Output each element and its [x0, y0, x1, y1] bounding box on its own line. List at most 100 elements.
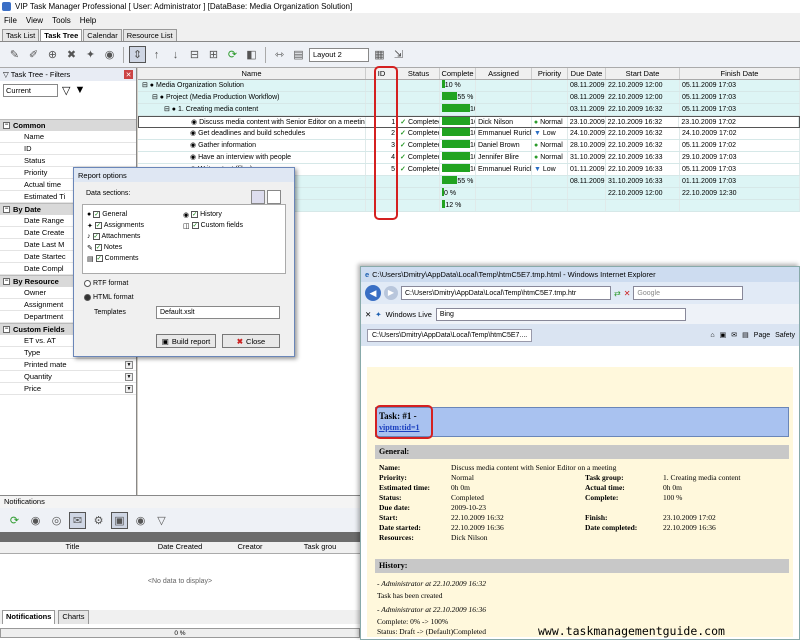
new-task-icon[interactable]: ✎ — [6, 46, 23, 63]
col-title[interactable]: Title — [0, 542, 145, 553]
report-icon[interactable]: ◧ — [243, 46, 260, 63]
template-select[interactable]: Default.xslt — [156, 306, 280, 319]
add-subtask-icon[interactable]: ⊕ — [44, 46, 61, 63]
grid-view-icon[interactable] — [251, 190, 265, 204]
filter-property[interactable]: Name — [0, 131, 136, 143]
home-icon[interactable]: ⌂ — [710, 332, 714, 339]
filter-property[interactable]: Printed mate ▼ — [0, 359, 136, 371]
col-start[interactable]: Start Date — [606, 68, 680, 79]
menu-file[interactable]: File — [4, 16, 17, 25]
refresh-icon[interactable]: ⟳ — [224, 46, 241, 63]
col-creator[interactable]: Creator — [215, 542, 285, 553]
col-date-created[interactable]: Date Created — [145, 542, 215, 553]
filter-property[interactable]: ID — [0, 143, 136, 155]
grid-row[interactable]: ◉ Have an interview with people 4 ✓ Comple… — [138, 152, 800, 164]
col-assigned[interactable]: Assigned — [476, 68, 532, 79]
grid-row[interactable]: ◉ Discuss media content with Senior Edit… — [138, 116, 800, 128]
grid-row[interactable]: ◉ Get deadlines and build schedules 2 ✓ Co… — [138, 128, 800, 140]
grid-row[interactable]: ⊟ ● Media Organization Solution 10 % 08.11… — [138, 80, 800, 92]
mail-icon[interactable]: ✉ — [731, 331, 737, 339]
settings-icon[interactable]: ⚙ — [90, 512, 107, 529]
url-field[interactable]: C:\Users\Dmitry\AppData\Local\Temp\htmC5… — [401, 286, 611, 300]
move-updown-icon[interactable]: ⇕ — [129, 46, 146, 63]
refresh-icon[interactable]: ⟳ — [6, 512, 23, 529]
collapse-icon[interactable]: − — [3, 278, 10, 285]
hide-icon[interactable]: ◎ — [48, 512, 65, 529]
check-custom-fields[interactable]: ◫ ✓ Custom fields — [183, 220, 243, 231]
rtf-radio[interactable]: RTF format — [84, 278, 128, 289]
apply-filter-icon[interactable]: ▽ — [62, 84, 70, 97]
clear-filter-icon[interactable]: ▼ — [74, 84, 85, 96]
filter-icon[interactable]: ▽ — [153, 512, 170, 529]
stop-icon[interactable]: ✕ — [624, 289, 631, 298]
menu-view[interactable]: View — [26, 16, 43, 25]
check-notes[interactable]: ✎ ✓ Notes — [87, 242, 144, 253]
check-history[interactable]: ◉ ✓ History — [183, 209, 243, 220]
html-radio[interactable]: HTML format — [84, 292, 134, 303]
check-assignments[interactable]: ✦ ✓ Assignments — [87, 220, 144, 231]
page-icon[interactable]: ▤ — [290, 46, 307, 63]
col-status[interactable]: Status — [398, 68, 440, 79]
collapse-icon[interactable]: ⊟ — [186, 46, 203, 63]
bing-search-field[interactable]: Bing — [435, 307, 686, 321]
chevron-down-icon[interactable]: ▼ — [125, 385, 133, 393]
chevron-down-icon[interactable]: ▼ — [125, 373, 133, 381]
tab-task-list[interactable]: Task List — [2, 29, 40, 41]
move-down-icon[interactable]: ↓ — [167, 46, 184, 63]
save-layout-icon[interactable]: ▦ — [371, 46, 388, 63]
tab-notifications[interactable]: Notifications — [2, 610, 56, 624]
forward-icon[interactable]: ▶ — [384, 286, 398, 300]
collapse-icon[interactable]: − — [3, 206, 10, 213]
filter-property[interactable]: Status — [0, 155, 136, 167]
safety-menu[interactable]: Safety — [775, 332, 795, 339]
expand-icon[interactable]: ⊞ — [205, 46, 222, 63]
col-name[interactable]: Name — [138, 68, 366, 79]
move-up-icon[interactable]: ↑ — [148, 46, 165, 63]
page-menu[interactable]: Page — [754, 332, 770, 339]
collapse-icon[interactable]: − — [3, 326, 10, 333]
windows-live-label[interactable]: Windows Live — [386, 310, 432, 319]
print-icon[interactable]: ▤ — [742, 331, 749, 339]
col-finish[interactable]: Finish Date — [680, 68, 800, 79]
check-comments[interactable]: ▤ ✓ Comments — [87, 253, 144, 264]
tab-calendar[interactable]: Calendar — [83, 29, 122, 41]
browser-tab[interactable]: C:\Users\Dmitry\AppData\Local\Temp\htmC5… — [367, 328, 533, 342]
filter-section-header[interactable]: − Common — [0, 119, 136, 131]
columns-icon[interactable]: ⇿ — [271, 46, 288, 63]
grid-row[interactable]: ⊟ ● 1. Creating media content 100 % 03.11.… — [138, 104, 800, 116]
col-priority[interactable]: Priority — [532, 68, 568, 79]
filter-property[interactable]: Quantity ▼ — [0, 371, 136, 383]
close-button[interactable]: ✖ Close — [222, 334, 280, 348]
col-task-group[interactable]: Task grou — [285, 542, 355, 553]
view-icon[interactable]: ◉ — [27, 512, 44, 529]
collapse-icon[interactable]: − — [3, 122, 10, 129]
feeds-icon[interactable]: ▣ — [720, 331, 727, 339]
menu-help[interactable]: Help — [80, 16, 96, 25]
check-attachments[interactable]: ♪ ✓ Attachments — [87, 231, 144, 242]
open-icon[interactable]: ▣ — [111, 511, 128, 529]
close-icon[interactable]: ✕ — [124, 70, 133, 79]
tab-charts[interactable]: Charts — [58, 610, 89, 624]
check-general[interactable]: ● ✓ General — [87, 209, 144, 220]
chevron-down-icon[interactable]: ▼ — [125, 361, 133, 369]
filter-combo[interactable]: Current — [3, 84, 58, 97]
search-field[interactable]: Google — [633, 286, 744, 300]
filter-property[interactable]: Price ▼ — [0, 383, 136, 395]
eye-icon[interactable]: ◉ — [132, 512, 149, 529]
edit-task-icon[interactable]: ✐ — [25, 46, 42, 63]
grid-row[interactable]: ⊟ ● Project (Media Production Workflow) 5… — [138, 92, 800, 104]
tab-resource-list[interactable]: Resource List — [122, 29, 177, 41]
delete-task-icon[interactable]: ✖ — [63, 46, 80, 63]
grid-row[interactable]: ◉ Gather information3✓ Completed100 %Dan… — [138, 140, 800, 152]
tab-task-tree[interactable]: Task Tree — [40, 29, 83, 41]
mark-read-icon[interactable]: ✉ — [69, 511, 86, 529]
layout-select[interactable]: Layout 2 — [309, 47, 369, 62]
col-complete[interactable]: Complete — [440, 68, 476, 79]
build-report-button[interactable]: ▣ Build report — [156, 334, 216, 348]
col-due[interactable]: Due Date — [568, 68, 606, 79]
export-icon[interactable]: ⇲ — [390, 46, 407, 63]
close-icon[interactable]: ✕ — [365, 310, 371, 319]
task-props-icon[interactable]: ✦ — [82, 46, 99, 63]
view-icon[interactable]: ◉ — [101, 46, 118, 63]
back-icon[interactable]: ◀ — [365, 285, 381, 301]
